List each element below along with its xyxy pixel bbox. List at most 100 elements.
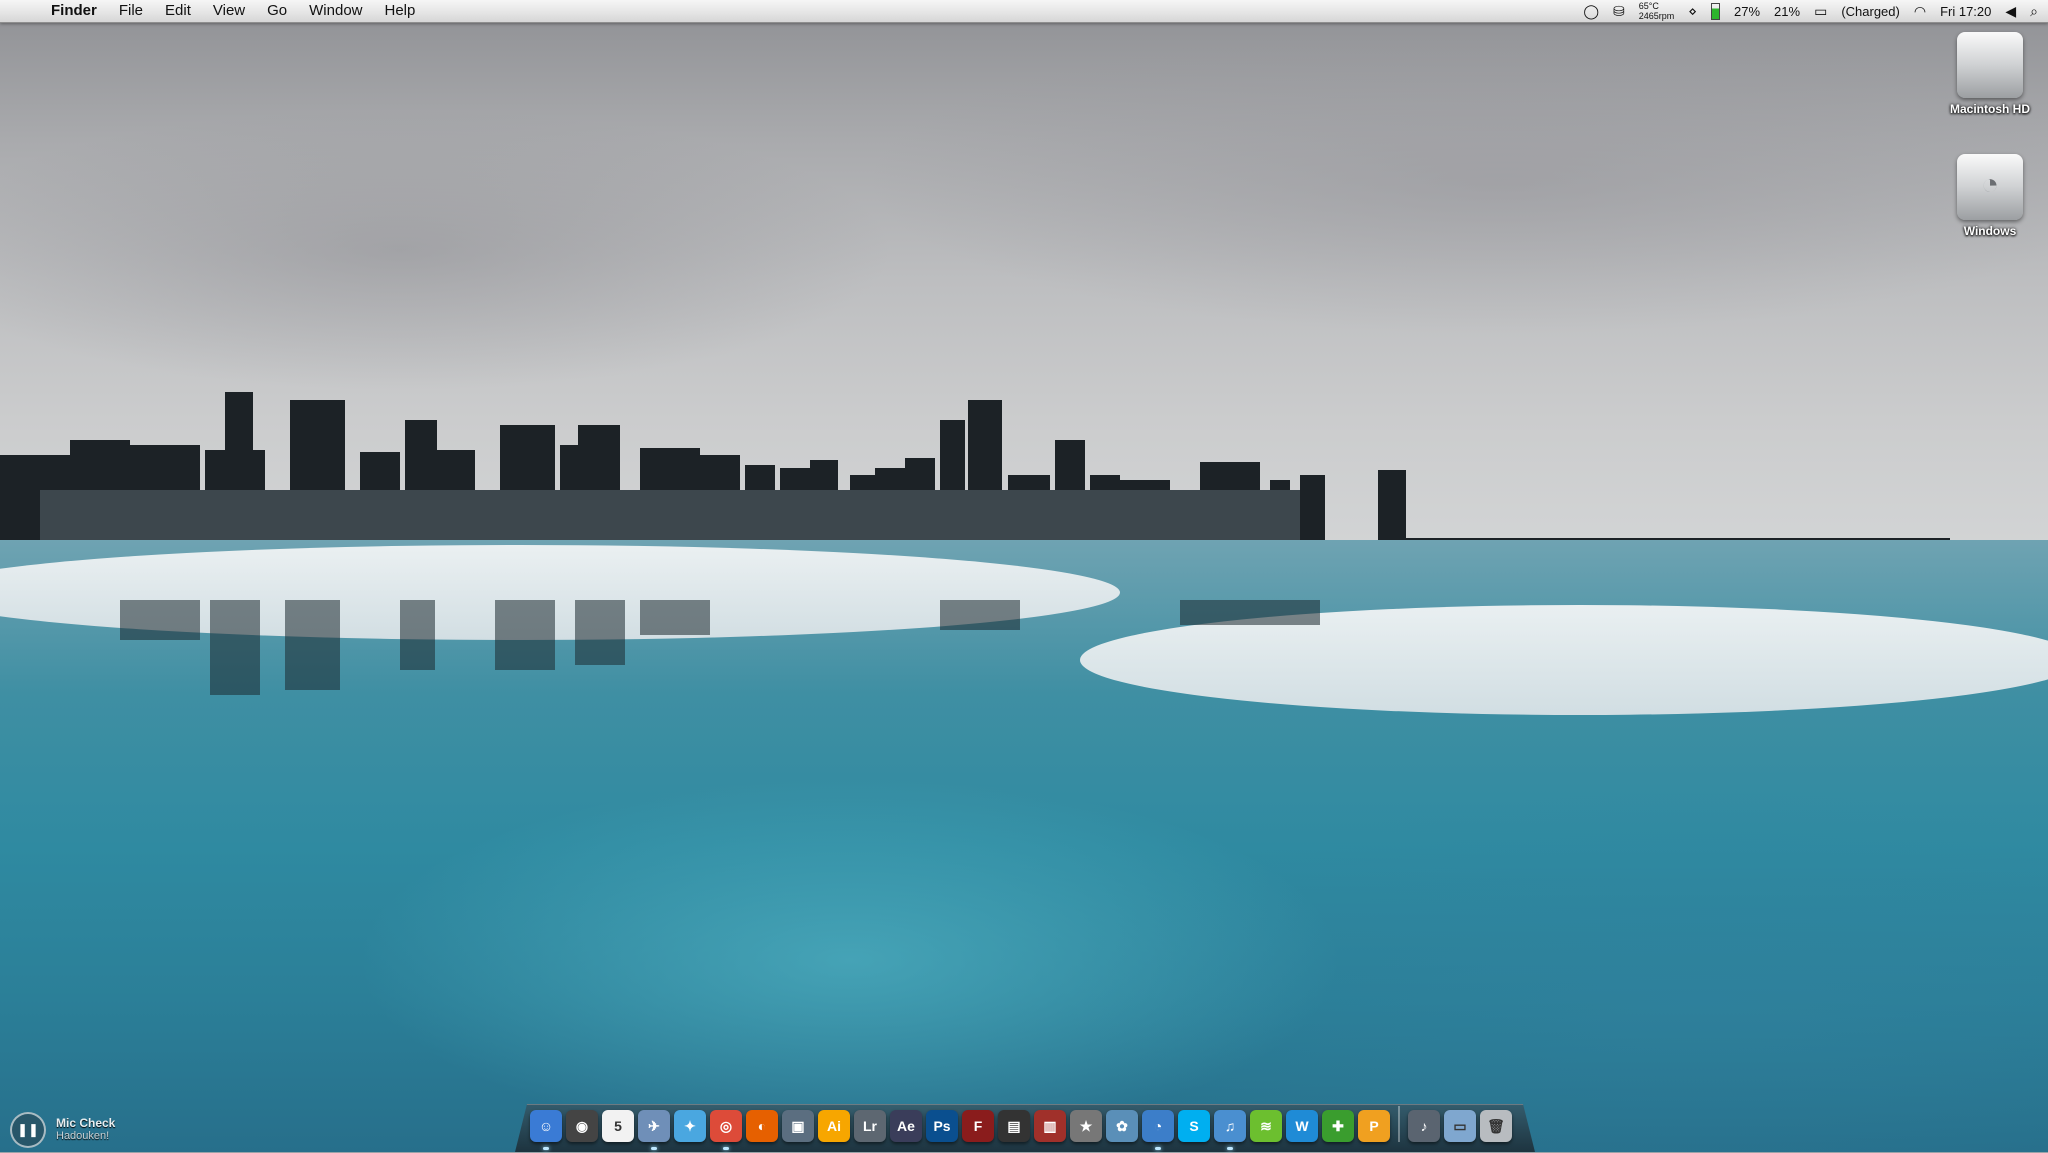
dock-documents-folder-glyph: ▭ xyxy=(1453,1117,1467,1134)
dock: ☺ ◉ 5 ✈ ✦ ◎ ◐ ▣ Ai Lr Ae Ps F ▤ ▥ ★ ✿ ◔ S ♫ ≋ W ✚ P ♪ ▭ 🗑 xyxy=(530,1106,1512,1150)
desktop-icon-windows[interactable]: ◔ Windows xyxy=(1925,154,2048,238)
wallpaper-reflection xyxy=(120,600,1320,695)
dock-ichat-glyph: ◔ xyxy=(1153,1118,1163,1134)
dock-after-effects-glyph: Ae xyxy=(897,1118,915,1134)
cpu-readout-1[interactable]: 27% xyxy=(1734,4,1760,19)
app-menu-finder[interactable]: Finder xyxy=(40,0,108,22)
dock-separator xyxy=(1398,1106,1400,1142)
dock-dashboard-glyph: ◉ xyxy=(575,1117,589,1134)
dock-ichat-icon[interactable]: ◔ xyxy=(1142,1110,1174,1150)
dock-itunes-glyph: ♫ xyxy=(1224,1118,1236,1134)
dock-utorrent-glyph: ✚ xyxy=(1332,1117,1344,1134)
dock-iphoto-glyph: ▣ xyxy=(791,1117,805,1134)
battery-level-meter xyxy=(1711,2,1721,20)
dock-illustrator-glyph: Ai xyxy=(827,1118,841,1134)
running-indicator xyxy=(723,1147,729,1150)
dock-photo-booth-icon[interactable]: ▥ xyxy=(1034,1110,1066,1142)
menu-bar-left: Finder File Edit View Go Window Help xyxy=(0,0,426,22)
dock-dashboard-icon[interactable]: ◉ xyxy=(566,1110,598,1142)
dock-photoshop-icon[interactable]: Ps xyxy=(926,1110,958,1142)
dock-documents-folder-icon[interactable]: ▭ xyxy=(1444,1110,1476,1142)
desktop-icon-macintosh-hd[interactable]: Macintosh HD xyxy=(1925,32,2048,116)
dock-trash-icon[interactable]: 🗑 xyxy=(1480,1110,1512,1142)
dock-ical-icon[interactable]: 5 xyxy=(602,1110,634,1142)
dock-music-folder-icon[interactable]: ♪ xyxy=(1408,1110,1440,1142)
dock-spotify-glyph: ≋ xyxy=(1260,1117,1272,1134)
dock-imovie-icon[interactable]: ★ xyxy=(1070,1110,1102,1142)
dock-utorrent-icon[interactable]: ✚ xyxy=(1322,1110,1354,1142)
menu-go[interactable]: Go xyxy=(256,0,298,22)
menu-clock[interactable]: Fri 17:20 xyxy=(1940,4,1991,19)
dock-illustrator-icon[interactable]: Ai xyxy=(818,1110,850,1142)
dock-finder-glyph: ☺ xyxy=(538,1118,554,1134)
running-indicator xyxy=(651,1147,657,1150)
dock-lightroom-glyph: Lr xyxy=(863,1118,877,1134)
dock-flash-glyph: F xyxy=(973,1118,983,1134)
dock-mail-icon[interactable]: ✈ xyxy=(638,1110,670,1150)
dock-firefox-glyph: ◐ xyxy=(757,1118,767,1134)
dock-mail-glyph: ✈ xyxy=(648,1117,660,1134)
desktop-icon-label: Windows xyxy=(1963,224,2017,238)
dock-flash-icon[interactable]: F xyxy=(962,1110,994,1142)
menu-view[interactable]: View xyxy=(202,0,256,22)
dock-itunes-icon[interactable]: ♫ xyxy=(1214,1110,1246,1150)
fan-control-icon[interactable]: ⛁ xyxy=(1613,3,1625,20)
dock-finder-icon[interactable]: ☺ xyxy=(530,1110,562,1150)
battery-icon[interactable]: ▭ xyxy=(1814,3,1827,20)
menu-edit[interactable]: Edit xyxy=(154,0,202,22)
dock-final-cut-icon[interactable]: ▤ xyxy=(998,1110,1030,1142)
track-artist: Hadouken! xyxy=(56,1130,110,1142)
menu-help[interactable]: Help xyxy=(374,0,427,22)
dock-photo-booth-glyph: ▥ xyxy=(1043,1117,1057,1134)
dock-wunderlist-glyph: W xyxy=(1295,1118,1309,1134)
dock-lightroom-icon[interactable]: Lr xyxy=(854,1110,886,1142)
menu-bar: Finder File Edit View Go Window Help ◯ ⛁… xyxy=(0,0,2048,23)
dock-pages-glyph: P xyxy=(1369,1118,1379,1134)
bluetooth-icon[interactable]: ⋄ xyxy=(1688,3,1697,20)
running-indicator xyxy=(1227,1147,1233,1150)
dock-imovie-glyph: ★ xyxy=(1079,1117,1093,1134)
dock-after-effects-icon[interactable]: Ae xyxy=(890,1110,922,1142)
menu-window[interactable]: Window xyxy=(298,0,373,22)
battery-status[interactable]: (Charged) xyxy=(1841,4,1900,19)
cpu-readout-2[interactable]: 21% xyxy=(1774,4,1800,19)
dock-firefox-icon[interactable]: ◐ xyxy=(746,1110,778,1142)
dock-adium-icon[interactable]: ✿ xyxy=(1106,1110,1138,1142)
dock-trash-glyph: 🗑 xyxy=(1487,1117,1505,1134)
desktop-wallpaper xyxy=(0,0,2048,1152)
track-title: Mic Check xyxy=(56,1116,116,1130)
dock-music-folder-glyph: ♪ xyxy=(1420,1118,1428,1134)
dock-photoshop-glyph: Ps xyxy=(933,1118,951,1134)
now-playing-widget: ❚❚ Mic Check Hadouken! xyxy=(10,1112,115,1148)
temperature-readout: 65°C xyxy=(1638,1,1659,11)
dock-skype-icon[interactable]: S xyxy=(1178,1110,1210,1142)
now-playing-text: Mic Check Hadouken! xyxy=(56,1117,115,1143)
dock-ical-glyph: 5 xyxy=(614,1118,622,1134)
dock-iphoto-icon[interactable]: ▣ xyxy=(782,1110,814,1142)
menu-file[interactable]: File xyxy=(108,0,154,22)
dock-skype-glyph: S xyxy=(1189,1118,1199,1134)
dock-chrome-icon[interactable]: ◎ xyxy=(710,1110,742,1150)
menu-bar-status: ◯ ⛁ 65°C 2465rpm ⋄ 27% 21% ▭ (Charged) ◠… xyxy=(1583,0,2048,22)
wallpaper-skyline xyxy=(0,392,1950,560)
dock-adium-glyph: ✿ xyxy=(1116,1117,1128,1134)
fan-readout[interactable]: 65°C 2465rpm xyxy=(1639,1,1675,21)
dock-wunderlist-icon[interactable]: W xyxy=(1286,1110,1318,1142)
dock-chrome-glyph: ◎ xyxy=(719,1117,733,1134)
dock-final-cut-glyph: ▤ xyxy=(1007,1117,1021,1134)
desktop-icon-label: Macintosh HD xyxy=(1949,102,2030,116)
sync-icon[interactable]: ◯ xyxy=(1583,3,1599,20)
dock-pages-icon[interactable]: P xyxy=(1358,1110,1390,1142)
running-indicator xyxy=(543,1147,549,1150)
running-indicator xyxy=(1155,1147,1161,1150)
wifi-icon[interactable]: ◠ xyxy=(1914,3,1926,20)
dock-safari-icon[interactable]: ✦ xyxy=(674,1110,706,1142)
dock-safari-glyph: ✦ xyxy=(684,1117,696,1134)
fan-speed-readout: 2465rpm xyxy=(1638,11,1675,21)
volume-icon[interactable]: ◀ xyxy=(2005,3,2016,20)
spotlight-search-icon[interactable]: ⌕ xyxy=(2030,3,2038,20)
apple-drive-icon xyxy=(1957,32,2023,98)
pause-button[interactable]: ❚❚ xyxy=(10,1112,46,1148)
windows-drive-icon: ◔ xyxy=(1957,154,2023,220)
dock-spotify-icon[interactable]: ≋ xyxy=(1250,1110,1282,1142)
